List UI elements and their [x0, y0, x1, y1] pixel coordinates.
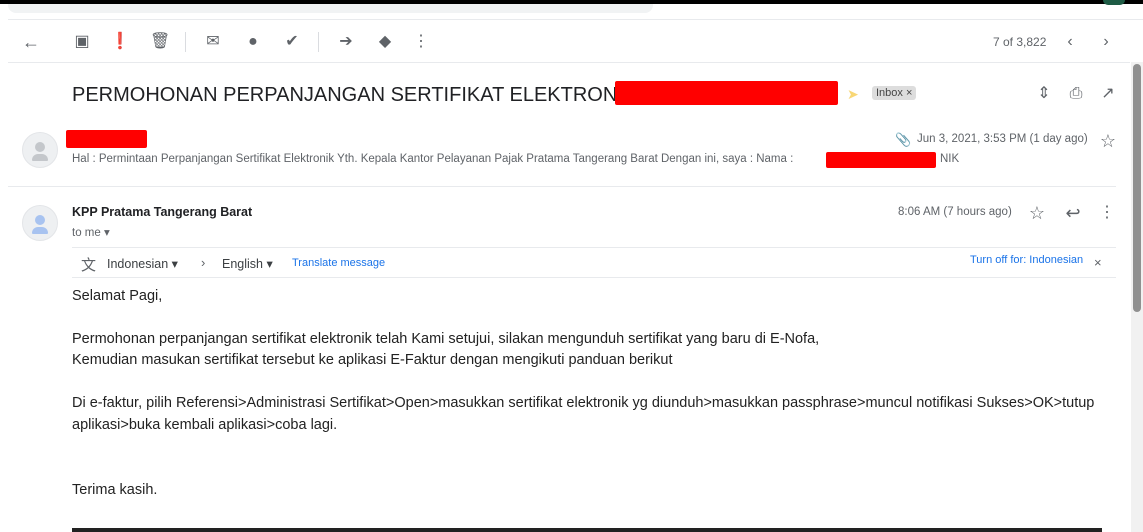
reply-icon[interactable]: ↩	[1063, 203, 1083, 223]
body-line: Permohonan perpanjangan sertifikat elekt…	[72, 331, 820, 347]
body-line: Selamat Pagi,	[72, 288, 163, 304]
source-language: Indonesian	[107, 257, 169, 271]
attachment-icon: 📎	[895, 132, 912, 147]
message-snippet[interactable]: Hal : Permintaan Perpanjangan Sertifikat…	[72, 153, 793, 165]
avatar	[22, 132, 58, 168]
body-line: Kemudian masukan sertifikat tersebut ke …	[72, 352, 673, 368]
recipient-text: to me	[72, 227, 101, 239]
avatar	[22, 205, 58, 241]
translate-icon: 文	[81, 257, 97, 274]
star-icon[interactable]: ☆	[1027, 203, 1047, 223]
divider	[318, 32, 319, 52]
subject-title: PERMOHONAN PERPANJANGAN SERTIFIKAT ELEKT…	[72, 84, 671, 106]
expand-all-icon[interactable]: ⇕	[1034, 84, 1054, 104]
older-chevron-icon[interactable]: ›	[1096, 32, 1116, 52]
archive-icon[interactable]: ▣	[72, 32, 92, 52]
divider	[8, 186, 1116, 187]
caret-down-icon: ▾	[266, 257, 273, 271]
body-line: Terima kasih.	[72, 482, 158, 498]
recipient-dropdown[interactable]: to me ▾	[72, 225, 110, 239]
report-spam-icon[interactable]: ❗	[110, 32, 130, 52]
bottom-border	[72, 528, 1102, 532]
redaction	[615, 81, 838, 105]
message-counter: 7 of 3,822	[993, 35, 1047, 49]
source-language-select[interactable]: Indonesian ▾	[107, 256, 178, 271]
body-line: Di e-faktur, pilih Referensi>Administras…	[72, 395, 1095, 411]
translate-message-link[interactable]: Translate message	[292, 257, 385, 269]
turn-off-translation-link[interactable]: Turn off for: Indonesian	[970, 254, 1083, 266]
print-icon[interactable]: ⎙	[1066, 84, 1086, 104]
target-language: English	[222, 257, 263, 271]
chevron-right-icon: ›	[201, 255, 206, 270]
snooze-clock-icon[interactable]: ●	[243, 32, 263, 52]
snippet-text: Hal : Permintaan Perpanjangan Sertifikat…	[72, 153, 794, 165]
back-arrow-icon[interactable]: ←	[21, 32, 41, 52]
add-task-icon[interactable]: ✔	[282, 32, 302, 52]
target-language-select[interactable]: English ▾	[222, 256, 273, 271]
search-bar-edge[interactable]	[8, 4, 653, 13]
redaction	[826, 152, 936, 168]
remove-label-icon[interactable]: ×	[906, 87, 912, 99]
move-to-icon[interactable]: ➔	[336, 32, 356, 52]
delete-icon[interactable]: 🗑	[150, 32, 170, 52]
open-new-window-icon[interactable]: ↗	[1098, 84, 1118, 104]
account-avatar[interactable]	[1103, 0, 1125, 5]
divider	[72, 277, 1116, 278]
more-vert-icon[interactable]: ⋮	[411, 32, 431, 52]
divider	[72, 247, 1116, 248]
redaction	[66, 130, 147, 148]
mark-unread-icon[interactable]: ✉	[203, 32, 223, 52]
message-date: 8:06 AM (7 hours ago)	[898, 206, 1012, 218]
inbox-label[interactable]: Inbox ×	[872, 86, 917, 100]
important-marker-icon[interactable]: ➤	[847, 86, 859, 103]
sender-name[interactable]: KPP Pratama Tangerang Barat	[72, 205, 252, 219]
caret-down-icon: ▾	[103, 227, 110, 239]
more-vert-icon[interactable]: ⋮	[1097, 203, 1117, 223]
star-icon[interactable]: ☆	[1098, 131, 1118, 151]
label-text: Inbox	[876, 87, 903, 99]
divider	[8, 19, 1143, 20]
newer-chevron-icon[interactable]: ‹	[1060, 32, 1080, 52]
body-line: aplikasi>buka kembali aplikasi>coba lagi…	[72, 417, 338, 433]
divider	[185, 32, 186, 52]
message-date: Jun 3, 2021, 3:53 PM (1 day ago)	[917, 133, 1088, 145]
divider	[8, 62, 1130, 63]
label-icon[interactable]: ◆	[375, 32, 395, 52]
snippet-tail: NIK	[940, 153, 960, 165]
close-translate-icon[interactable]: ×	[1094, 255, 1102, 270]
scrollbar-thumb[interactable]	[1133, 64, 1141, 312]
caret-down-icon: ▾	[171, 257, 178, 271]
